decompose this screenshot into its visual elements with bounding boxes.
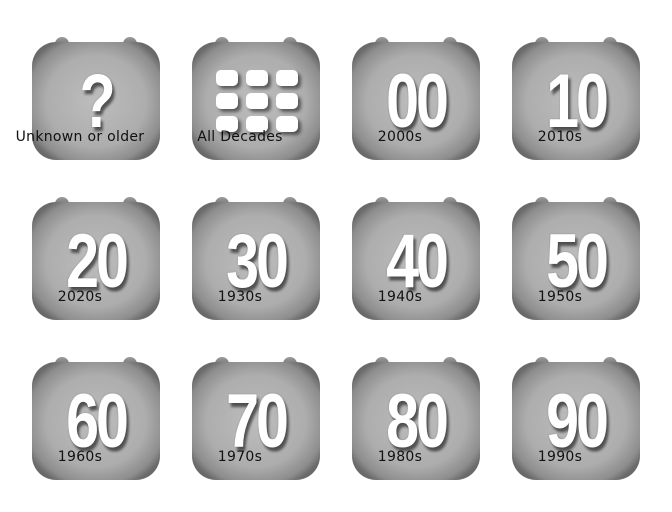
- tile-label: 1990s: [537, 449, 583, 465]
- tile-label: 1930s: [217, 289, 263, 305]
- tile-label: 1960s: [57, 449, 103, 465]
- decade-tile-1990s[interactable]: 90 1990s: [480, 320, 640, 480]
- decade-tile-2000s[interactable]: 00 2000s: [320, 0, 480, 160]
- decade-tile-all[interactable]: All Decades: [160, 0, 320, 160]
- decade-tile-2020s[interactable]: 20 2020s: [0, 160, 160, 320]
- tile-label: 2020s: [57, 289, 103, 305]
- decade-tile-1940s[interactable]: 40 1940s: [320, 160, 480, 320]
- decade-tile-2010s[interactable]: 10 2010s: [480, 0, 640, 160]
- tile-label: 2010s: [537, 129, 583, 145]
- decade-tile-1960s[interactable]: 60 1960s: [0, 320, 160, 480]
- tile-label: 1950s: [537, 289, 583, 305]
- decade-tile-1980s[interactable]: 80 1980s: [320, 320, 480, 480]
- grid-squares: [216, 70, 298, 132]
- tile-label: All Decades: [197, 129, 283, 145]
- tile-label: 1970s: [217, 449, 263, 465]
- tile-label: 1980s: [377, 449, 423, 465]
- decade-tile-unknown[interactable]: ? Unknown or older: [0, 0, 160, 160]
- tile-label: Unknown or older: [15, 129, 145, 145]
- decade-tile-1930s[interactable]: 30 1930s: [160, 160, 320, 320]
- decade-tile-1970s[interactable]: 70 1970s: [160, 320, 320, 480]
- decade-tile-1950s[interactable]: 50 1950s: [480, 160, 640, 320]
- tile-label: 1940s: [377, 289, 423, 305]
- tile-label: 2000s: [377, 129, 423, 145]
